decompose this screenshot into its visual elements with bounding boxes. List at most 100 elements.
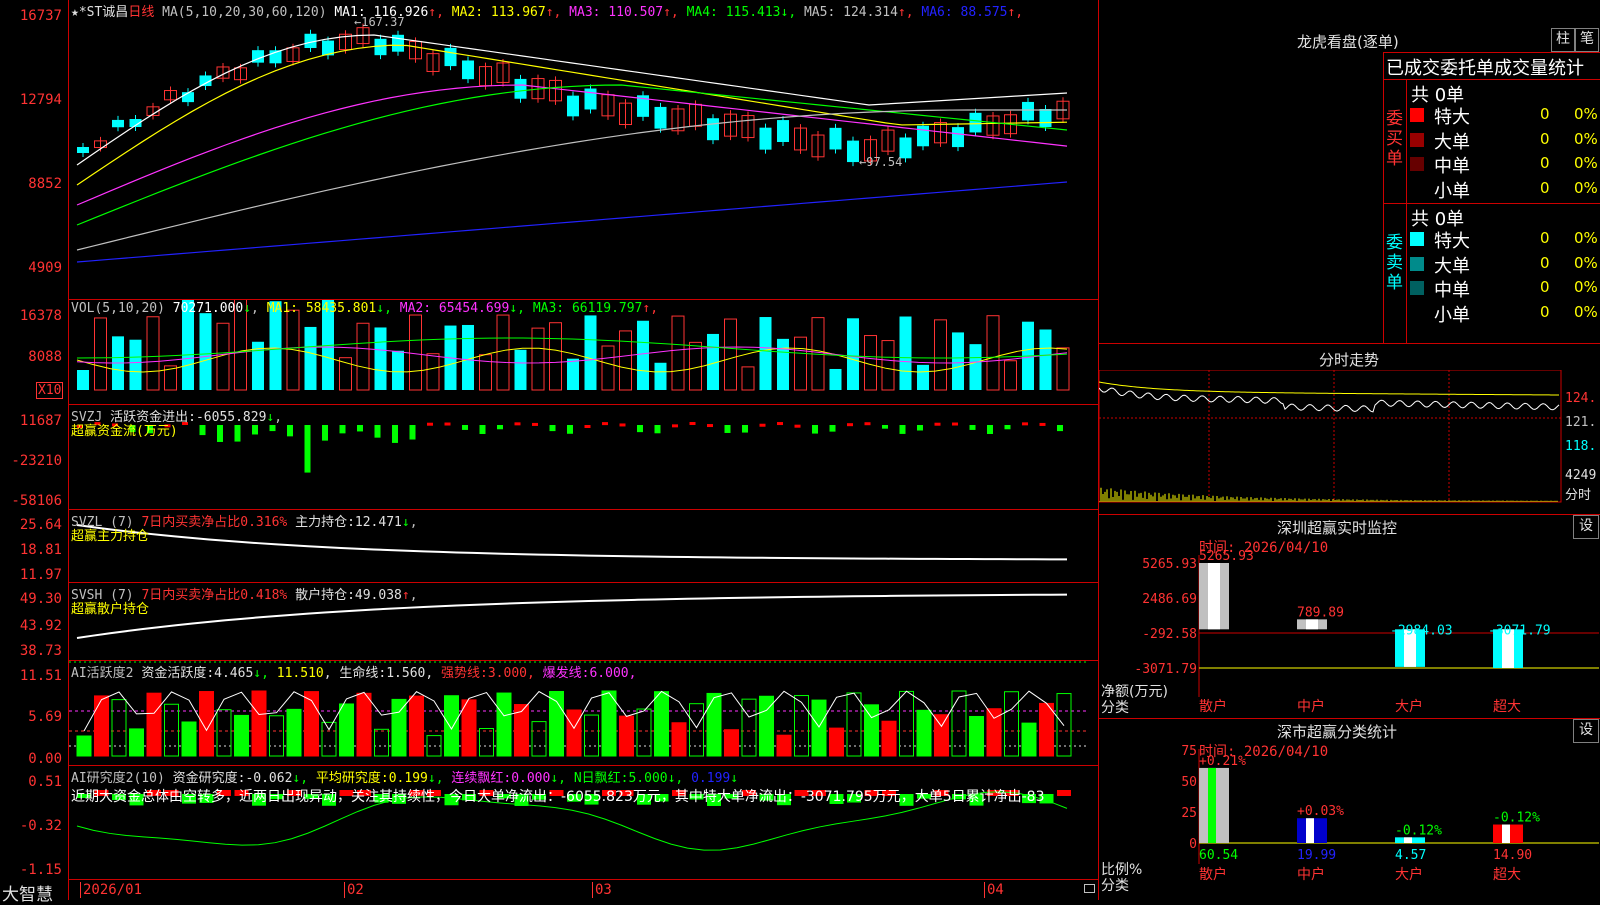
stat-pct: 0% xyxy=(1574,229,1598,247)
vol-bar xyxy=(199,313,212,390)
app-logo: 大智慧 xyxy=(2,885,53,905)
ss-y-tick: 75 xyxy=(1181,744,1197,759)
main-y-tick-1: 12794 xyxy=(19,92,62,108)
svzj-bar xyxy=(287,425,293,437)
x-label-1: 02 xyxy=(344,882,364,898)
svzj-bar xyxy=(339,425,346,434)
ai1-bar xyxy=(794,695,809,757)
sz-y-tick: -3071.79 xyxy=(1134,662,1197,677)
main-chart-panel[interactable]: ←167.37 ←97.54 ★*ST诚昌日线 MA(5,10,20,30,60,… xyxy=(69,0,1098,300)
vol-bar xyxy=(462,324,474,390)
sz-value-label: 789.89 xyxy=(1297,605,1344,620)
column-button[interactable]: 柱 xyxy=(1551,28,1575,52)
ma-params: MA(5,10,20,30,60,120) xyxy=(162,5,327,20)
svzj-bar xyxy=(252,425,258,435)
vol-bar xyxy=(601,345,615,391)
color-swatch xyxy=(1410,108,1424,122)
ss-bar-chart[interactable]: 75 50 25 0 +0.21% 60.54 散户 +0.03% 19.99 中户 -0.12% 4… xyxy=(1099,719,1600,901)
ai1-bar xyxy=(251,690,267,757)
fenshi-panel[interactable]: 分时走势 124. 121. 118. 4249 分时 xyxy=(1099,343,1600,515)
sz-value-label: -3071.79 xyxy=(1488,623,1551,638)
fenshi-chart[interactable] xyxy=(1099,370,1600,515)
stat-pct: 0% xyxy=(1574,178,1598,197)
svzj-bar xyxy=(584,424,591,428)
color-swatch xyxy=(1410,232,1424,246)
stat-value: 0 xyxy=(1540,129,1550,148)
ss-y-tick: 0 xyxy=(1189,837,1197,852)
right-panel: 龙虎看盘(逐单) 柱 笔 已成交委托单成交量统计 委买单 共 0单 特大 0 0% 大… xyxy=(1098,0,1600,900)
vol-bar xyxy=(917,364,929,390)
sz-monitor-panel[interactable]: 深圳超赢实时监控 设 时间: 2026/04/10 5265.93 2486.69… xyxy=(1099,514,1600,719)
svzj-panel[interactable]: SVZJ 活跃资金进出:-6055.829↓, 超赢资金流(万元) xyxy=(69,405,1098,510)
vol-bar xyxy=(934,319,947,391)
vol-bar xyxy=(794,336,807,391)
sz-category-label: 散户 xyxy=(1199,698,1227,715)
svzj-bar xyxy=(707,424,713,428)
ss-category-label: 大户 xyxy=(1395,866,1423,883)
stat-row: 小单 0 0% xyxy=(1408,177,1600,202)
ai1-bar xyxy=(181,721,197,757)
buy-label: 委买单 xyxy=(1386,109,1403,169)
ai1-bar xyxy=(969,715,984,757)
candle-chart[interactable]: ←167.37←97.54 xyxy=(69,0,1098,299)
stat-value: 0 xyxy=(1540,253,1550,272)
ai1-panel[interactable]: AI活跃度2 资金活跃度:4.465↓, 11.510, 生命线:1.560, … xyxy=(69,661,1098,766)
stats-box: 已成交委托单成交量统计 委买单 共 0单 特大 0 0% 大单 0 0% 中单 0 0% 小单 0 0… xyxy=(1383,52,1600,344)
svzl-y-tick-0: 25.64 xyxy=(19,517,62,533)
ai1-bar xyxy=(531,721,547,757)
svsh-subtitle: 超赢散户持仓 xyxy=(71,602,150,617)
vol-bar xyxy=(952,332,964,390)
vol-bar xyxy=(426,353,440,391)
vol-bar xyxy=(1039,329,1052,390)
svzj-bar xyxy=(812,425,818,434)
svzj-bar xyxy=(602,422,608,426)
ma6-value: MA6: 88.575 xyxy=(921,5,1008,20)
stat-row: 大单 0 0% xyxy=(1408,128,1600,153)
tick-button[interactable]: 笔 xyxy=(1575,28,1599,52)
svzj-bar xyxy=(497,425,503,430)
stat-value: 0 xyxy=(1540,178,1550,197)
vol-bar xyxy=(689,341,702,391)
ss-stats-panel[interactable]: 深市超赢分类统计 设 时间: 2026/04/10 75 50 25 0 +0.21% 6… xyxy=(1099,718,1600,901)
color-swatch xyxy=(1410,256,1424,271)
longhu-title: 龙虎看盘(逐单) xyxy=(1297,33,1399,51)
vol-panel[interactable]: VOL(5,10,20) 70271.000↓, MA1: 58435.801↓… xyxy=(69,300,1098,405)
sell-label: 委卖单 xyxy=(1386,233,1403,293)
stat-name: 中单 xyxy=(1434,280,1470,301)
svzj-bar xyxy=(234,425,241,442)
ma4-value: MA4: 115.413 xyxy=(686,5,781,20)
svzj-bar xyxy=(637,425,643,433)
svzj-bar xyxy=(654,425,661,434)
stat-value: 0 xyxy=(1540,105,1550,123)
ss-category-label: 超大 xyxy=(1493,867,1521,883)
vol-bar xyxy=(129,339,142,390)
lock-icon[interactable] xyxy=(1084,884,1095,893)
ss-pct-label: +0.21% xyxy=(1199,754,1246,769)
stat-name: 大单 xyxy=(1434,255,1470,277)
x-label-3: 04 xyxy=(984,882,1004,898)
vol-bar xyxy=(637,320,649,390)
vol-bar xyxy=(1004,360,1017,391)
ai1-title: AI活跃度2 资金活跃度:4.465↓, 11.510, 生命线:1.560, … xyxy=(71,666,637,681)
stat-name: 特大 xyxy=(1434,107,1470,128)
svzl-y-tick-2: 11.97 xyxy=(19,567,62,583)
vol-bar xyxy=(549,322,562,391)
sz-y-tick: -292.58 xyxy=(1142,627,1197,642)
ai1-bar xyxy=(619,715,634,757)
sz-bar-chart[interactable]: 5265.93 2486.69 -292.58 -3071.79 5265.93 散户 78… xyxy=(1099,515,1600,719)
stat-pct: 0% xyxy=(1574,105,1598,123)
stat-row: 中单 0 0% xyxy=(1408,276,1600,301)
stat-name: 小单 xyxy=(1434,180,1470,202)
stat-row: 特大 0 0% xyxy=(1408,227,1600,252)
ai2-panel[interactable]: AI研究度2(10) 资金研究度:-0.062↓, 平均研究度:0.199↓, … xyxy=(69,766,1098,880)
stat-pct: 0% xyxy=(1574,278,1598,296)
vol-bar xyxy=(619,330,632,391)
svzj-bar xyxy=(444,422,451,426)
ss-bar-highlight xyxy=(1208,767,1216,843)
ss-pct-label: -0.12% xyxy=(1395,823,1442,838)
ai1-bar xyxy=(269,715,284,757)
svsh-panel[interactable]: SVSH (7) 7日内买卖净占比0.418% 散户持仓:49.038↑, 超赢… xyxy=(69,583,1098,661)
ai1-y-tick-2: 0.00 xyxy=(28,751,62,767)
svzl-panel[interactable]: SVZL (7) 7日内买卖净占比0.316% 主力持仓:12.471↓, 超赢… xyxy=(69,510,1098,583)
ai1-bar xyxy=(76,735,92,757)
